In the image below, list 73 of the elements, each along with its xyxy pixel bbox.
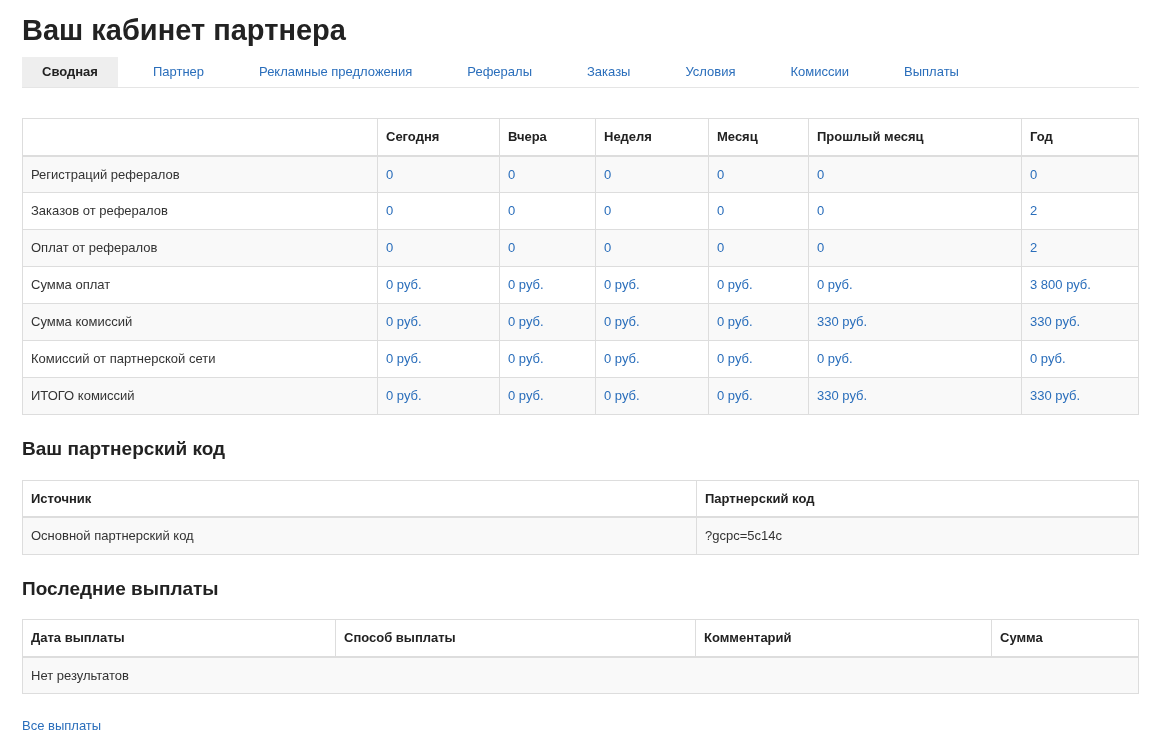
section-heading: Последние выплаты [22,576,220,601]
stat-link[interactable]: 0 руб. [604,314,640,330]
page-title: Ваш кабинет партнера [22,13,347,48]
row-label: Сумма оплат [22,266,378,304]
column-header: Год [1021,118,1139,156]
stat-link[interactable]: 0 [817,166,825,182]
column-header: Сумма [991,619,1139,657]
stat-link[interactable]: 0 руб. [1030,351,1066,367]
stat-link[interactable]: 0 [817,240,825,256]
tab[interactable]: Партнер [132,57,225,87]
stat-link[interactable]: 0 руб. [508,388,544,404]
stat-link[interactable]: 0 руб. [604,388,640,404]
stat-link[interactable]: 0 [717,203,725,219]
column-header: Сегодня [377,118,500,156]
tab[interactable]: Заказы [567,57,651,87]
stat-link[interactable]: 0 руб. [817,351,853,367]
column-header: Прошлый месяц [808,118,1022,156]
stat-link[interactable]: 0 руб. [386,388,422,404]
stat-link[interactable]: 2 [1030,203,1038,219]
tab[interactable]: Условия [665,57,756,87]
column-header: Комментарий [695,619,992,657]
stat-link[interactable]: 0 [508,203,516,219]
column-header: Дата выплаты [22,619,336,657]
stat-link[interactable]: 330 руб. [817,314,868,330]
row-label: Регистраций рефералов [22,155,378,193]
stat-link[interactable]: 0 [604,166,612,182]
column-header: Способ выплаты [335,619,696,657]
stat-link[interactable]: 0 руб. [508,314,544,330]
stat-link[interactable]: 0 руб. [386,277,422,293]
stat-link[interactable]: 0 [604,240,612,256]
stat-link[interactable]: 0 руб. [717,314,753,330]
stat-link[interactable]: 0 [817,203,825,219]
stat-link[interactable]: 0 руб. [386,351,422,367]
tab[interactable]: Комиссии [770,57,870,87]
stat-link[interactable]: 0 руб. [508,277,544,293]
column-header: Вчера [499,118,596,156]
tab[interactable]: Сводная [22,57,118,87]
stat-link[interactable]: 0 руб. [717,351,753,367]
tab[interactable]: Рекламные предложения [239,57,433,87]
stat-link[interactable]: 2 [1030,240,1038,256]
stat-link[interactable]: 0 [717,240,725,256]
column-header: Неделя [595,118,709,156]
stat-link[interactable]: 0 [386,166,394,182]
empty-message: Нет результатов [22,656,1139,694]
row-label: Сумма комиссий [22,303,378,341]
table-cell: ?gcpc=5c14c [696,517,1139,554]
stat-link[interactable]: 0 руб. [717,277,753,293]
row-label: Комиссий от партнерской сети [22,340,378,378]
row-label: ИТОГО комиссий [22,377,378,415]
stat-link[interactable]: 330 руб. [1030,388,1081,404]
stat-link[interactable]: 0 руб. [604,351,640,367]
stat-link[interactable]: 0 [1030,166,1038,182]
table-cell: Основной партнерский код [22,517,697,554]
tab[interactable]: Рефералы [447,57,552,87]
section-heading: Ваш партнерский код [22,437,227,461]
row-label: Заказов от рефералов [22,192,378,230]
stat-link[interactable]: 0 руб. [817,277,853,293]
row-label: Оплат от рефералов [22,229,378,267]
stat-link[interactable]: 0 [717,166,725,182]
stat-link[interactable]: 0 [508,166,516,182]
stat-link[interactable]: 330 руб. [1030,314,1081,330]
stat-link[interactable]: 0 [386,203,394,219]
stat-link[interactable]: 0 руб. [604,277,640,293]
stat-link[interactable]: 0 [386,240,394,256]
stat-link[interactable]: 0 руб. [386,314,422,330]
stat-link[interactable]: 0 руб. [717,388,753,404]
stat-link[interactable]: 330 руб. [817,388,868,404]
tab[interactable]: Выплаты [884,57,979,87]
stat-link[interactable]: 0 руб. [508,351,544,367]
stat-link[interactable]: 0 [508,240,516,256]
all-payouts-link[interactable]: Все выплаты [22,718,102,733]
stat-link[interactable]: 0 [604,203,612,219]
column-header: Месяц [708,118,809,156]
